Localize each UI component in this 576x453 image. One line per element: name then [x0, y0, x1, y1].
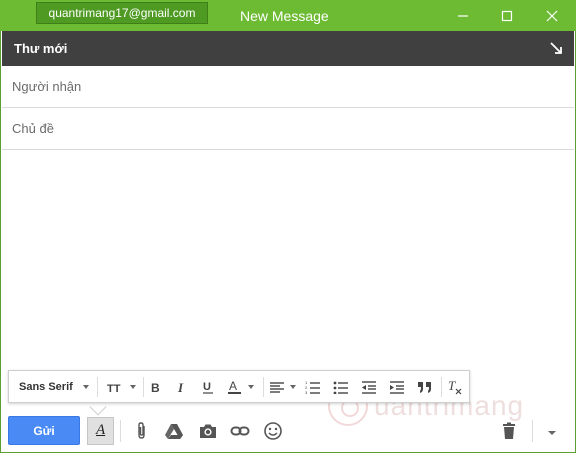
bold-button[interactable]: B	[149, 371, 163, 402]
remove-formatting-icon: T	[448, 379, 462, 394]
maximize-button[interactable]	[492, 4, 522, 28]
more-options-button[interactable]	[543, 419, 563, 443]
minimize-button[interactable]	[448, 4, 478, 28]
emoji-button[interactable]	[261, 419, 285, 443]
italic-icon: I	[177, 380, 184, 394]
photo-button[interactable]	[196, 419, 220, 443]
font-size-button[interactable]: TT	[107, 371, 136, 402]
remove-formatting-button[interactable]: T	[447, 371, 463, 402]
align-button[interactable]	[269, 371, 296, 402]
format-toolbar: Sans Serif TT B I U A 123 T	[8, 370, 470, 403]
align-icon	[270, 381, 284, 393]
svg-text:I: I	[177, 380, 184, 394]
numbered-list-icon: 123	[305, 380, 320, 394]
send-button[interactable]: Gửi	[8, 416, 80, 445]
drive-icon	[165, 424, 183, 439]
indent-less-icon	[362, 380, 376, 394]
formatting-options-button[interactable]: A	[87, 417, 114, 445]
indent-less-button[interactable]	[361, 371, 377, 402]
underline-icon: U	[203, 381, 213, 394]
italic-button[interactable]: I	[175, 371, 189, 402]
chevron-down-icon	[82, 384, 89, 389]
divider	[143, 377, 144, 397]
bulleted-list-icon	[333, 381, 348, 394]
font-size-icon: TT	[107, 383, 121, 394]
divider	[441, 377, 442, 397]
chevron-down-icon	[290, 384, 296, 389]
chevron-down-icon	[248, 384, 254, 389]
bold-icon: B	[151, 381, 160, 394]
svg-text:B: B	[151, 381, 160, 394]
minimize-icon	[458, 15, 468, 17]
divider	[263, 377, 264, 397]
subject-field-row	[2, 108, 574, 150]
font-family-label: Sans Serif	[19, 380, 73, 393]
divider	[120, 420, 121, 442]
svg-text:T: T	[448, 379, 456, 393]
indent-more-icon	[390, 380, 404, 394]
text-color-button[interactable]: A	[227, 371, 254, 402]
recipients-field-row	[2, 66, 574, 108]
close-button[interactable]	[537, 4, 567, 28]
chevron-down-icon	[130, 384, 136, 389]
compose-title: Thư mới	[14, 41, 68, 56]
expand-arrow-icon[interactable]	[548, 40, 564, 56]
trash-icon	[503, 422, 515, 439]
formatting-options-icon: A	[96, 422, 106, 438]
compose-header: Thư mới	[2, 31, 574, 66]
more-options-icon	[548, 431, 556, 435]
svg-text:U: U	[203, 381, 211, 393]
discard-button[interactable]	[497, 419, 521, 443]
subject-input[interactable]	[2, 108, 574, 149]
font-family-select[interactable]: Sans Serif	[19, 371, 89, 402]
bulleted-list-button[interactable]	[333, 371, 349, 402]
close-icon	[546, 10, 558, 22]
attach-icon	[138, 422, 145, 439]
underline-button[interactable]: U	[201, 371, 215, 402]
svg-text:A: A	[229, 379, 237, 393]
divider	[97, 377, 98, 397]
text-color-icon: A	[228, 379, 241, 394]
account-badge: quantrimang17@gmail.com	[36, 2, 208, 24]
attach-button[interactable]	[130, 419, 154, 443]
indent-more-button[interactable]	[389, 371, 405, 402]
drive-button[interactable]	[162, 419, 186, 443]
quote-button[interactable]	[417, 371, 433, 402]
svg-text:3: 3	[305, 390, 308, 394]
window-titlebar: quantrimang17@gmail.com New Message	[0, 0, 576, 31]
svg-text:TT: TT	[107, 383, 121, 394]
emoji-icon	[264, 422, 282, 440]
message-body[interactable]	[2, 151, 574, 366]
quote-icon	[418, 381, 431, 393]
link-button[interactable]	[228, 419, 252, 443]
recipients-input[interactable]	[2, 66, 574, 107]
numbered-list-button[interactable]: 123	[305, 371, 321, 402]
link-icon	[230, 426, 250, 436]
maximize-icon	[501, 10, 513, 22]
divider	[532, 420, 533, 442]
window-title: New Message	[240, 8, 329, 24]
photo-icon	[200, 424, 216, 438]
